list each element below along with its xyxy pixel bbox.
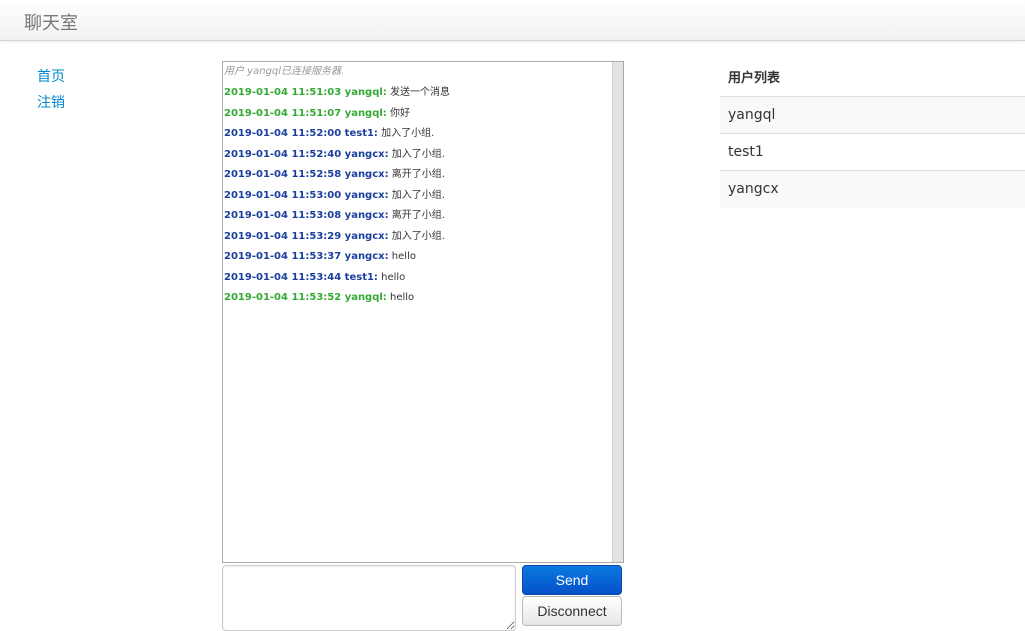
message-text: 发送一个消息 — [390, 87, 450, 98]
chat-message: 2019-01-04 11:52:40 yangcx: 加入了小组. — [224, 148, 612, 169]
chat-message: 2019-01-04 11:53:08 yangcx: 离开了小组. — [224, 209, 612, 230]
message-text: 离开了小组. — [391, 169, 445, 180]
message-meta: 2019-01-04 11:52:58 yangcx: — [224, 169, 389, 180]
message-text: hello — [390, 292, 415, 303]
message-text: 你好 — [390, 107, 410, 119]
nav-link-home[interactable]: 首页 — [37, 64, 65, 90]
user-list-panel: 用户列表 yangql test1 yangcx — [720, 61, 1025, 208]
chat-log: 用户 yangql已连接服务器. 2019-01-04 11:51:03 yan… — [223, 62, 612, 562]
chat-message: 2019-01-04 11:51:03 yangql: 发送一个消息 — [224, 86, 612, 107]
message-text: hello — [381, 271, 406, 283]
message-meta: 2019-01-04 11:52:40 yangcx: — [224, 148, 389, 160]
message-list: 2019-01-04 11:51:03 yangql: 发送一个消息 2019-0… — [224, 86, 612, 312]
message-text: 加入了小组. — [391, 189, 445, 201]
chat-message: 2019-01-04 11:53:52 yangql: hello — [224, 291, 612, 312]
user-list-item[interactable]: yangcx — [720, 171, 1025, 208]
message-text: 加入了小组. — [391, 230, 445, 242]
top-navbar: 聊天室 — [0, 0, 1025, 41]
chat-message: 2019-01-04 11:53:29 yangcx: 加入了小组. — [224, 230, 612, 251]
message-text: 离开了小组. — [391, 210, 445, 221]
chat-message: 2019-01-04 11:53:00 yangcx: 加入了小组. — [224, 189, 612, 210]
chat-scrollbar[interactable] — [612, 62, 623, 562]
chat-log-panel[interactable]: 用户 yangql已连接服务器. 2019-01-04 11:51:03 yan… — [222, 61, 624, 563]
message-text: 加入了小组. — [381, 128, 435, 139]
chat-message: 2019-01-04 11:51:07 yangql: 你好 — [224, 107, 612, 128]
send-button[interactable]: Send — [522, 565, 622, 595]
user-list-item[interactable]: yangql — [720, 97, 1025, 134]
user-list-header: 用户列表 — [720, 61, 1025, 97]
chat-message: 2019-01-04 11:52:00 test1: 加入了小组. — [224, 127, 612, 148]
message-input[interactable] — [222, 565, 516, 631]
message-meta: 2019-01-04 11:51:03 yangql: — [224, 87, 387, 98]
message-text: hello — [391, 251, 416, 262]
message-meta: 2019-01-04 11:51:07 yangql: — [224, 107, 387, 119]
user-list: yangql test1 yangcx — [720, 97, 1025, 208]
chat-message: 2019-01-04 11:53:44 test1: hello — [224, 271, 612, 292]
message-meta: 2019-01-04 11:53:37 yangcx: — [224, 251, 389, 262]
message-meta: 2019-01-04 11:53:52 yangql: — [224, 292, 387, 303]
message-meta: 2019-01-04 11:53:08 yangcx: — [224, 210, 389, 221]
left-nav: 首页 注销 — [37, 64, 65, 116]
system-message: 用户 yangql已连接服务器. — [224, 66, 345, 77]
message-meta: 2019-01-04 11:53:44 test1: — [224, 271, 378, 283]
chat-message: 2019-01-04 11:53:37 yangcx: hello — [224, 250, 612, 271]
message-text: 加入了小组. — [391, 148, 445, 160]
chat-message: 2019-01-04 11:52:58 yangcx: 离开了小组. — [224, 168, 612, 189]
message-meta: 2019-01-04 11:53:00 yangcx: — [224, 189, 389, 201]
app-title[interactable]: 聊天室 — [24, 9, 78, 35]
message-meta: 2019-01-04 11:52:00 test1: — [224, 128, 378, 139]
disconnect-button[interactable]: Disconnect — [522, 596, 622, 626]
nav-link-logout[interactable]: 注销 — [37, 90, 65, 116]
message-meta: 2019-01-04 11:53:29 yangcx: — [224, 230, 389, 242]
user-list-item[interactable]: test1 — [720, 134, 1025, 171]
